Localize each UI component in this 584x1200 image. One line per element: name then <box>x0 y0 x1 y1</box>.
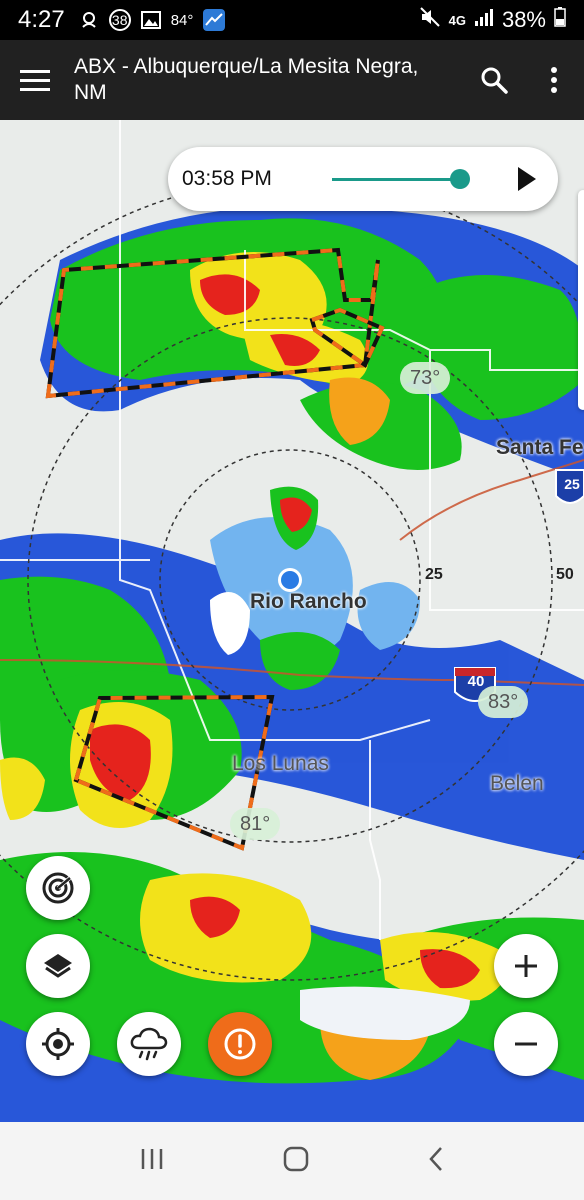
layers-button[interactable] <box>26 934 90 998</box>
status-time: 4:27 <box>18 6 65 33</box>
recents-button[interactable] <box>139 1147 165 1176</box>
play-icon[interactable] <box>518 167 536 191</box>
recents-icon <box>141 1148 162 1169</box>
radar-icon <box>42 872 74 904</box>
more-vert-icon[interactable] <box>524 40 584 120</box>
city-label: Rio Rancho <box>250 590 367 613</box>
image-icon <box>140 11 161 29</box>
mute-icon <box>419 6 441 34</box>
temperature-marker[interactable]: 81° <box>230 808 281 840</box>
home-button[interactable] <box>282 1145 310 1178</box>
android-head-icon <box>79 10 99 30</box>
city-label: Belen <box>490 772 544 795</box>
app-bar: ABX - Albuquerque/La Mesita Negra, NM <box>0 40 584 120</box>
alert-icon <box>224 1028 256 1060</box>
side-panel-handle[interactable] <box>578 190 584 410</box>
battery-percent: 38% <box>501 7 546 32</box>
plus-icon <box>515 955 537 977</box>
crosshair-icon <box>42 1028 74 1060</box>
minus-icon <box>515 1042 537 1046</box>
menu-icon[interactable] <box>0 40 70 120</box>
range-label: 25 <box>425 566 443 583</box>
cloud-rain-icon <box>130 1027 168 1061</box>
status-weather-temp: 84° <box>170 11 194 29</box>
frame-time: 03:58 PM <box>182 167 272 190</box>
home-icon <box>283 1146 309 1171</box>
notification-badge: 38 <box>108 9 131 31</box>
interstate-number: 25 <box>564 476 580 492</box>
back-button[interactable] <box>427 1145 445 1178</box>
temperature-marker[interactable]: 83° <box>478 686 529 718</box>
temperature-marker[interactable]: 73° <box>400 362 451 394</box>
precipitation-button[interactable] <box>117 1012 181 1076</box>
network-type: 4G <box>448 12 466 28</box>
search-icon[interactable] <box>464 40 524 120</box>
battery-icon <box>554 7 566 33</box>
timeline-slider[interactable] <box>332 168 470 189</box>
zoom-out-button[interactable] <box>494 1012 558 1076</box>
zoom-in-button[interactable] <box>494 934 558 998</box>
alerts-button[interactable] <box>208 1012 272 1076</box>
trend-app-icon <box>203 9 226 31</box>
signal-icon <box>474 7 494 33</box>
page-title: ABX - Albuquerque/La Mesita Negra, NM <box>74 55 419 104</box>
system-nav-bar <box>0 1122 584 1200</box>
my-location-button[interactable] <box>26 1012 90 1076</box>
slider-thumb[interactable] <box>450 168 470 189</box>
playback-control: 03:58 PM <box>168 147 558 211</box>
radar-toggle-button[interactable] <box>26 856 90 920</box>
status-bar: 4:27 38 84° 4G 38% <box>0 0 584 40</box>
city-label: Santa Fe <box>496 436 584 459</box>
back-icon <box>429 1146 443 1171</box>
range-label: 50 <box>556 566 574 583</box>
layers-icon <box>44 954 72 978</box>
city-label: Los Lunas <box>232 752 329 775</box>
